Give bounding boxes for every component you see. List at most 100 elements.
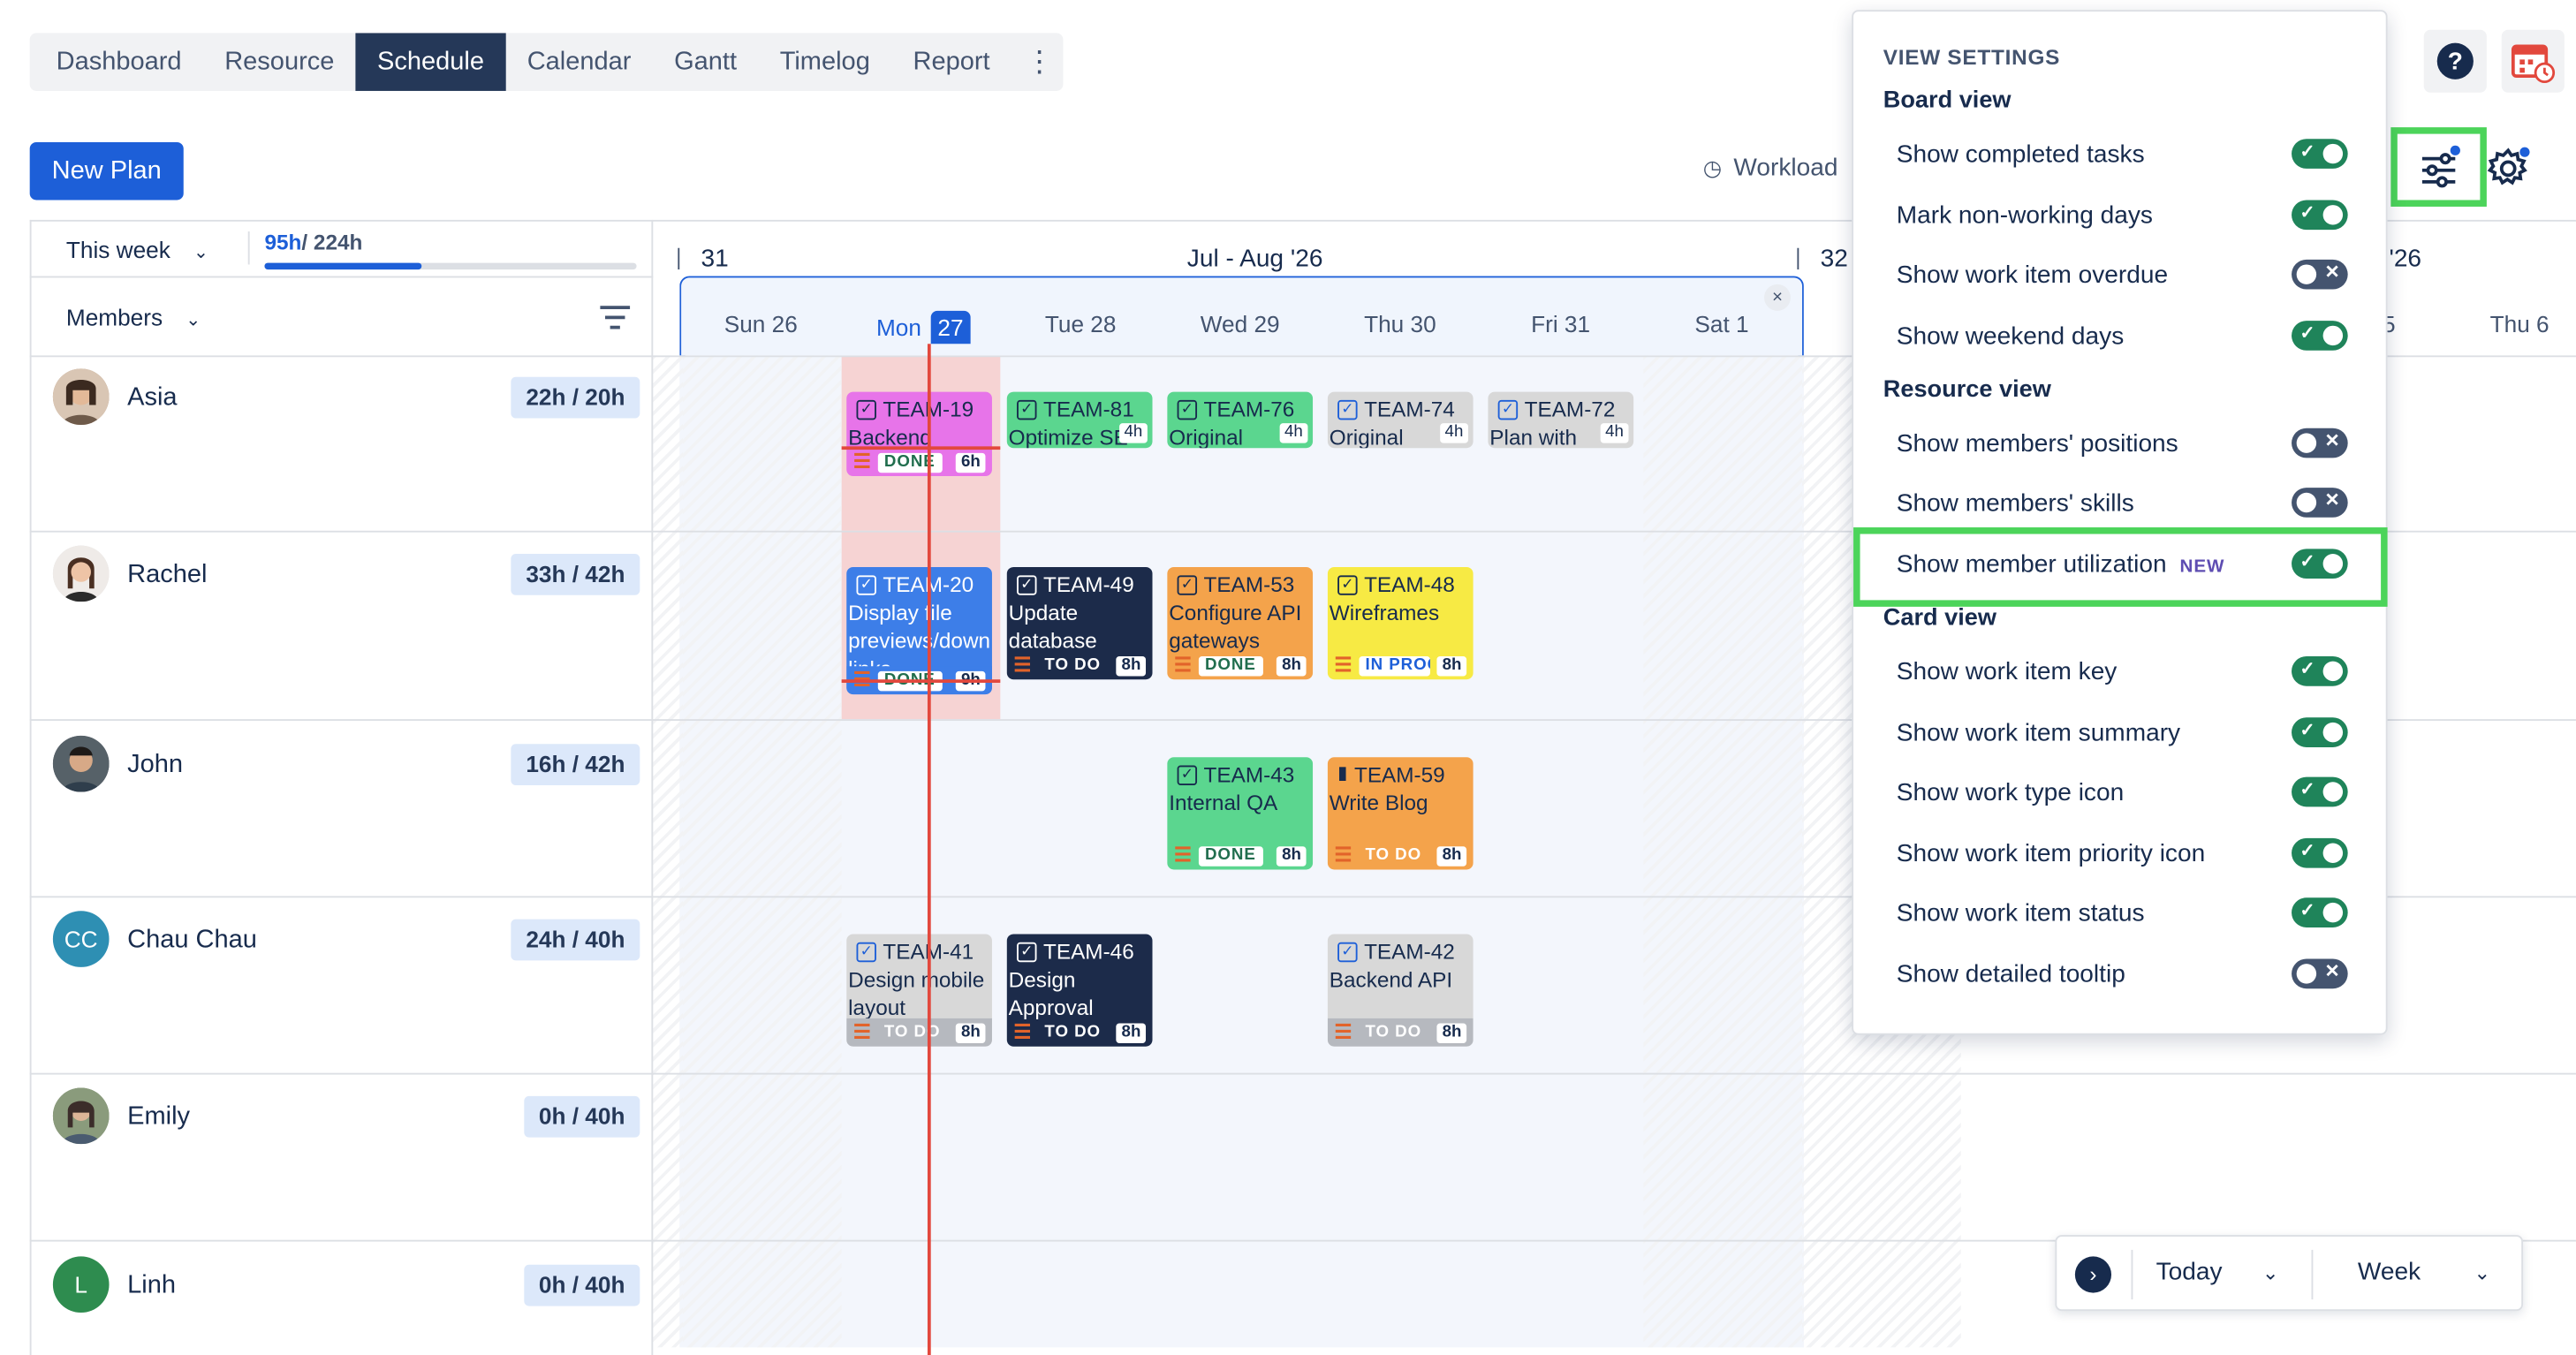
task-key: TEAM-46: [1042, 939, 1134, 965]
calendar-clock-icon: [2511, 44, 2556, 84]
priority-icon: ☰: [852, 450, 871, 473]
task-card[interactable]: ✓ TEAM-53 Configure API gateways ☰ DONE 8h: [1167, 566, 1314, 680]
status-badge: TO DO: [1044, 1022, 1102, 1041]
range-select[interactable]: This week ⌄: [66, 237, 208, 263]
task-card[interactable]: ✓ TEAM-72 Plan with 4h: [1488, 391, 1634, 449]
view-settings-button[interactable]: [2398, 134, 2481, 201]
filter-icon: [600, 306, 631, 329]
estimate: 8h: [1437, 655, 1467, 676]
estimate: 8h: [1277, 845, 1307, 866]
toggle-show-completed-tasks[interactable]: ✓: [2292, 139, 2348, 169]
tab-timelog[interactable]: Timelog: [758, 33, 891, 91]
priority-icon: ☰: [1334, 843, 1352, 867]
estimate: 8h: [1116, 655, 1147, 676]
task-type-icon: ✓: [1177, 764, 1198, 785]
help-button[interactable]: ?: [2423, 29, 2487, 93]
toggle-show-work-item-key[interactable]: ✓: [2292, 656, 2348, 686]
status-badge: TO DO: [1044, 655, 1102, 674]
week-tick: [678, 247, 680, 270]
task-type-icon: ✓: [1017, 398, 1037, 420]
toggle-show-members-skills[interactable]: ✕: [2292, 488, 2348, 518]
filter-button[interactable]: [599, 304, 632, 338]
more-vertical-icon[interactable]: ⋮: [1011, 33, 1068, 91]
toggle-show-work-item-priority-icon[interactable]: ✓: [2292, 837, 2348, 868]
section-label: Card view: [1883, 605, 1996, 632]
task-card[interactable]: ▮ TEAM-59 Write Blog ☰ TO DO 8h: [1327, 757, 1474, 870]
bookmark-icon: ▮: [1337, 763, 1348, 784]
calendar-button[interactable]: [2501, 29, 2565, 93]
capacity-progress-track: [264, 262, 637, 270]
today-line: [927, 344, 931, 1355]
workload-toggle[interactable]: ◷ Workload: [1703, 154, 1838, 182]
priority-icon: ☰: [1013, 653, 1032, 677]
today-label: Today: [2156, 1258, 2223, 1287]
toggle-show-member-utilization[interactable]: ✓: [2292, 549, 2348, 579]
task-card[interactable]: ✓ TEAM-49 Update database ☰ TO DO 8h: [1006, 566, 1153, 680]
toggle-show-weekend-days[interactable]: ✓: [2292, 321, 2348, 351]
tab-gantt[interactable]: Gantt: [653, 33, 759, 91]
task-type-icon: ✓: [1337, 398, 1358, 420]
task-summary: Configure API gateways: [1169, 600, 1302, 654]
toggle-show-work-item-overdue[interactable]: ✕: [2292, 259, 2348, 290]
toggle-mark-non-working-days[interactable]: ✓: [2292, 200, 2348, 231]
task-card[interactable]: ✓ TEAM-81 Optimize SE 4h: [1006, 391, 1153, 449]
avatar: L: [52, 1256, 110, 1313]
chevron-down-icon: ⌄: [193, 243, 209, 263]
range-label: This week: [65, 236, 170, 263]
task-card[interactable]: ✓ TEAM-46 Design Approval ☰ TO DO 8h: [1006, 934, 1153, 1047]
setting-label: Show work item key: [1896, 657, 2118, 686]
tab-calendar[interactable]: Calendar: [505, 33, 652, 91]
week-number: 31: [701, 244, 729, 273]
capacity-text: 95h/ 224h: [264, 230, 362, 254]
task-type-icon: ✓: [1177, 574, 1198, 594]
group-by-select[interactable]: Members ⌄: [66, 304, 201, 330]
setting-label: Show completed tasks: [1896, 140, 2145, 169]
toggle-show-work-type-icon[interactable]: ✓: [2292, 776, 2348, 807]
task-card[interactable]: ✓ TEAM-74 Original 4h: [1327, 391, 1474, 449]
close-icon[interactable]: ×: [1763, 284, 1791, 311]
tab-report[interactable]: Report: [891, 33, 1011, 91]
section-label: Resource view: [1883, 376, 2051, 404]
view-settings-panel: VIEW SETTINGS Board view Show completed …: [1852, 10, 2388, 1035]
toggle-show-work-item-status[interactable]: ✓: [2292, 897, 2348, 927]
tab-resource[interactable]: Resource: [203, 33, 356, 91]
overdue-line: [841, 446, 1001, 450]
task-card[interactable]: ✓TEAM-41 Design mobile layout ☰TO DO8h: [846, 934, 992, 1047]
tab-schedule[interactable]: Schedule: [355, 33, 506, 91]
weekend-column: [653, 355, 683, 1348]
task-card[interactable]: ✓ TEAM-42 Backend API ☰ TO DO 8h: [1327, 934, 1474, 1047]
member-hours: 0h / 40h: [524, 1264, 640, 1306]
new-plan-button[interactable]: New Plan: [29, 141, 184, 201]
toggle-show-work-item-summary[interactable]: ✓: [2292, 717, 2348, 747]
settings-button[interactable]: [2485, 146, 2531, 201]
date-navigation-bar: › Today ⌄ Week ⌄: [2055, 1235, 2524, 1312]
task-type-icon: ✓: [856, 941, 876, 962]
tab-dashboard[interactable]: Dashboard: [34, 33, 203, 91]
estimate: 8h: [956, 1022, 986, 1043]
weekend-column: [1643, 355, 1803, 1348]
setting-label: Mark non-working days: [1896, 201, 2153, 231]
week-select[interactable]: Week ⌄: [2358, 1258, 2490, 1286]
priority-icon: ☰: [1334, 653, 1352, 677]
setting-label: Show work item status: [1896, 899, 2145, 927]
task-summary: Internal QA: [1169, 790, 1278, 815]
setting-label: Show weekend days: [1896, 322, 2125, 351]
estimate: 4h: [1600, 423, 1629, 443]
member-hours: 0h / 40h: [524, 1095, 640, 1138]
task-card[interactable]: ✓TEAM-19 Backend ☰DONE6h: [846, 391, 992, 477]
week-title: Jul - Aug '26: [1186, 244, 1323, 273]
setting-label: Show members' positions: [1896, 429, 2178, 458]
task-card[interactable]: ✓ TEAM-43 Internal QA ☰ DONE 8h: [1167, 757, 1314, 870]
setting-label: Show work type icon: [1896, 778, 2125, 807]
toggle-show-members-positions[interactable]: ✕: [2292, 428, 2348, 458]
toggle-show-detailed-tooltip[interactable]: ✕: [2292, 958, 2348, 989]
task-card[interactable]: ✓ TEAM-76 Original 4h: [1167, 391, 1314, 449]
today-select[interactable]: Today ⌄: [2156, 1258, 2279, 1286]
priority-icon: ☰: [1173, 843, 1192, 867]
chevron-right-icon[interactable]: ›: [2074, 1256, 2112, 1293]
task-card[interactable]: ✓TEAM-20 Display file previews/down link…: [846, 566, 992, 695]
task-card[interactable]: ✓ TEAM-48 Wireframes ☰ IN PROGRESS 8h: [1327, 566, 1474, 680]
day-header: Sat 1: [1694, 310, 1749, 337]
estimate: 6h: [956, 451, 986, 473]
chevron-down-icon: ⌄: [186, 310, 201, 331]
